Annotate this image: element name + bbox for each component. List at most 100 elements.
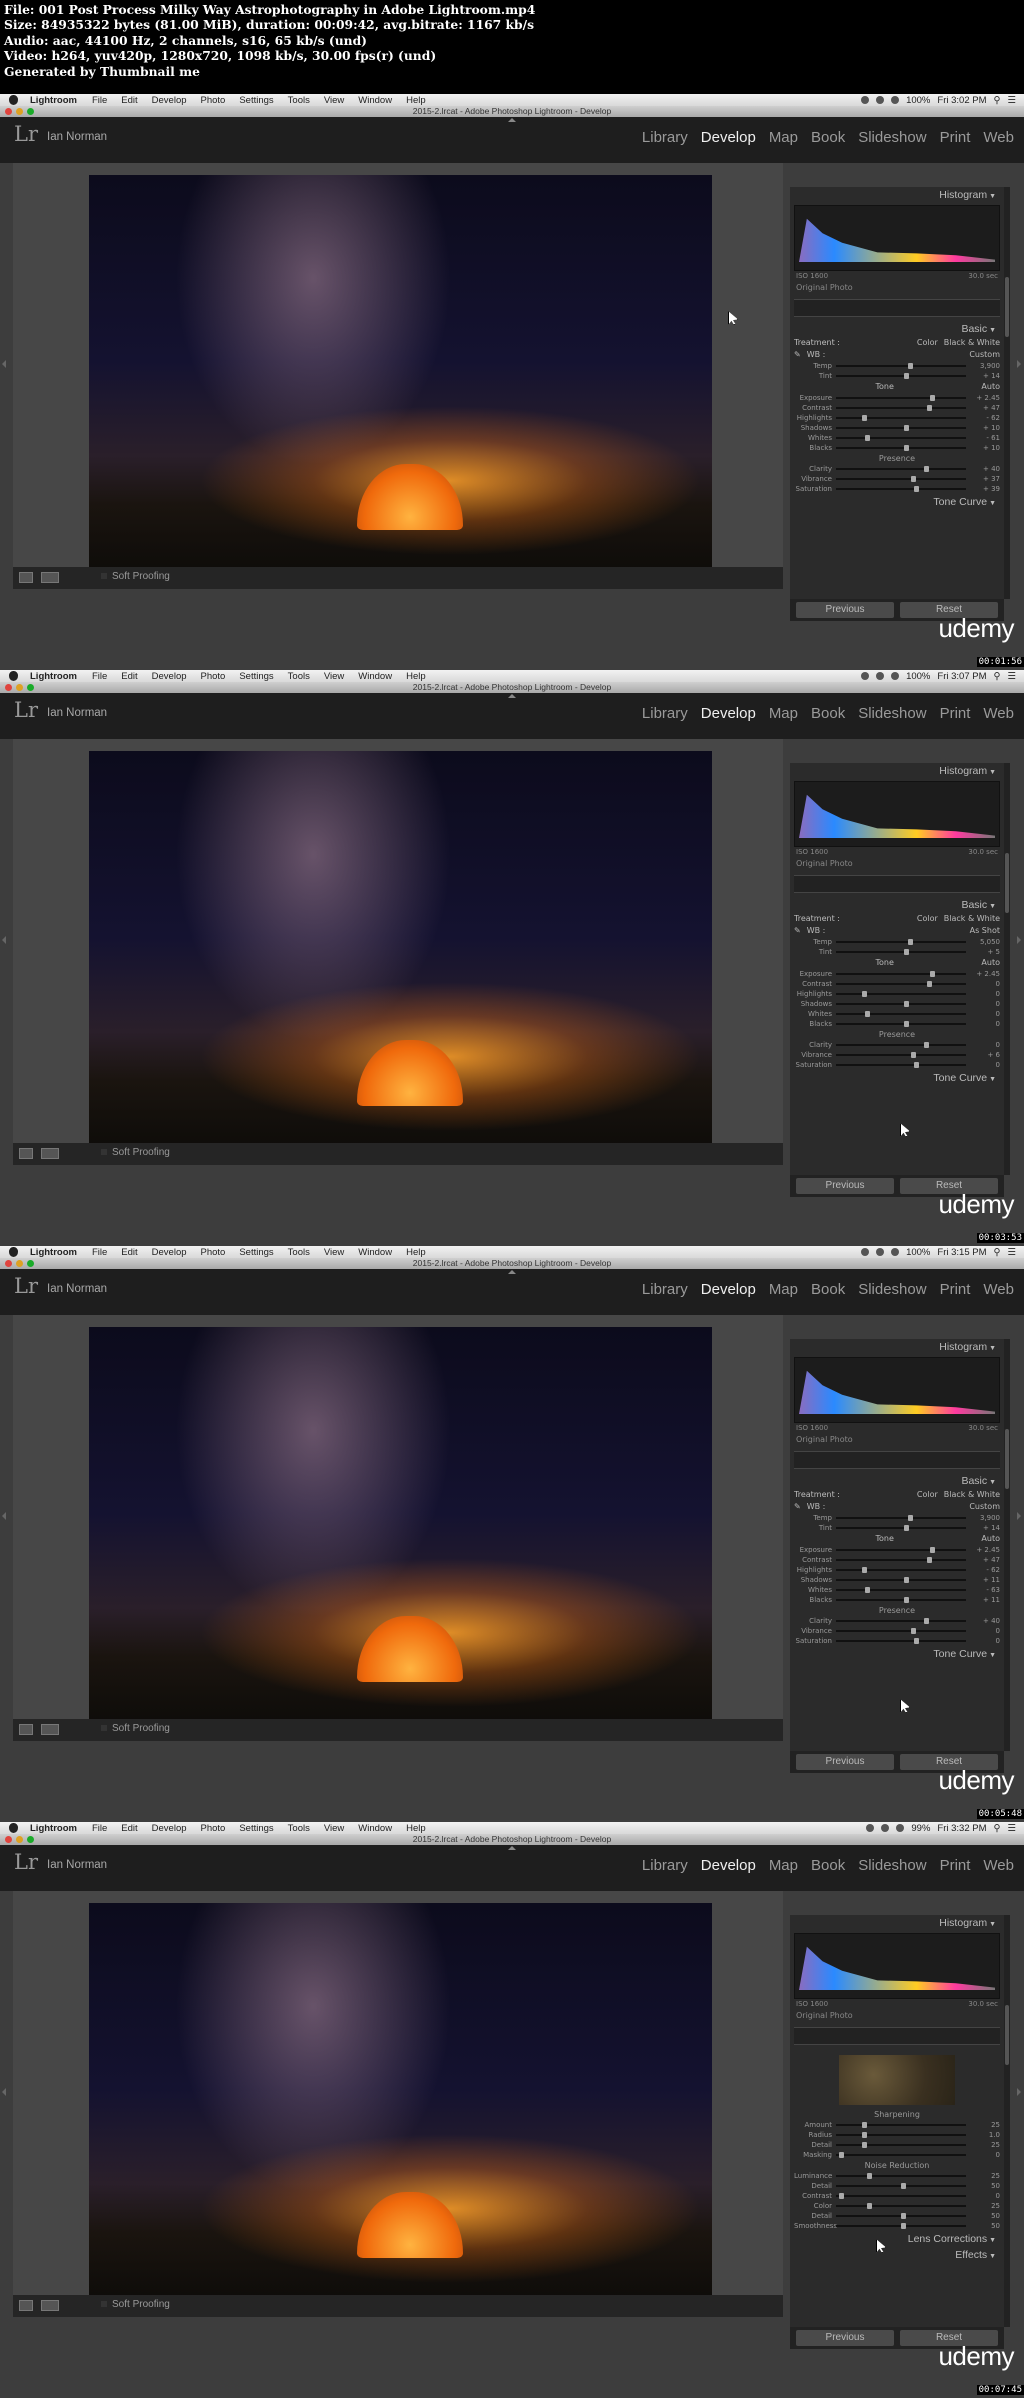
saturation-handle[interactable] (914, 486, 919, 492)
lum-detail-track[interactable] (836, 2183, 966, 2189)
module-print[interactable]: Print (940, 129, 971, 146)
tint-slider[interactable]: Tint + 14 (790, 1523, 1004, 1533)
menu-view[interactable]: View (324, 95, 344, 106)
tint-slider[interactable]: Tint + 14 (790, 371, 1004, 381)
sharp-detail-handle[interactable] (862, 2142, 867, 2148)
color-option[interactable]: Color (917, 913, 938, 925)
saturation-track[interactable] (836, 1062, 966, 1068)
minimize-button[interactable] (16, 1260, 23, 1267)
shadows-handle[interactable] (903, 1001, 909, 1007)
right-panel-toggle-icon[interactable] (1017, 2088, 1021, 2096)
minimize-button[interactable] (16, 684, 23, 691)
module-library[interactable]: Library (642, 705, 688, 722)
vibrance-track[interactable] (836, 476, 966, 482)
shadows-slider[interactable]: Shadows + 10 (790, 423, 1004, 433)
bell-icon[interactable] (876, 672, 885, 680)
highlights-handle[interactable] (862, 1567, 867, 1573)
menu-edit[interactable]: Edit (121, 671, 137, 682)
shadows-track[interactable] (836, 1577, 966, 1583)
temp-handle[interactable] (907, 1515, 913, 1521)
module-develop[interactable]: Develop (701, 705, 756, 722)
compare-view-icon[interactable] (41, 572, 59, 583)
module-library[interactable]: Library (642, 1281, 688, 1298)
amount-slider[interactable]: Amount 25 (790, 2120, 1004, 2130)
module-slideshow[interactable]: Slideshow (858, 129, 926, 146)
menu-photo[interactable]: Photo (201, 1247, 226, 1258)
blacks-track[interactable] (836, 1021, 966, 1027)
menu-settings[interactable]: Settings (239, 1247, 273, 1258)
wb-value[interactable]: Custom (969, 349, 1000, 361)
original-photo-checkbox[interactable]: Original Photo (790, 857, 1004, 871)
module-print[interactable]: Print (940, 705, 971, 722)
menu-window[interactable]: Window (358, 1823, 392, 1834)
menu-help[interactable]: Help (406, 95, 426, 106)
apple-icon[interactable] (9, 95, 18, 105)
blacks-track[interactable] (836, 1597, 966, 1603)
menu-edit[interactable]: Edit (121, 1823, 137, 1834)
exposure-track[interactable] (836, 971, 966, 977)
contrast-track[interactable] (836, 405, 966, 411)
module-book[interactable]: Book (811, 129, 845, 146)
wifi-icon[interactable] (891, 1248, 900, 1256)
temp-track[interactable] (836, 1515, 966, 1521)
bell-icon[interactable] (876, 96, 885, 104)
menu-app-name[interactable]: Lightroom (30, 95, 77, 106)
menu-settings[interactable]: Settings (239, 671, 273, 682)
highlights-slider[interactable]: Highlights - 62 (790, 413, 1004, 423)
amount-handle[interactable] (862, 2122, 867, 2128)
previous-button[interactable]: Previous (796, 1754, 894, 1770)
vibrance-handle[interactable] (911, 1052, 917, 1058)
close-button[interactable] (5, 108, 12, 115)
bw-option[interactable]: Black & White (944, 337, 1000, 349)
tint-handle[interactable] (903, 949, 909, 955)
lum-contrast-slider[interactable]: Contrast 0 (790, 2191, 1004, 2201)
panel-scrollbar[interactable] (1004, 763, 1010, 1175)
blacks-handle[interactable] (903, 1597, 909, 1603)
exposure-track[interactable] (836, 1547, 966, 1553)
basic-panel-header[interactable]: Basic (790, 897, 1004, 913)
menu-photo[interactable]: Photo (201, 671, 226, 682)
scroll-thumb[interactable] (1005, 277, 1009, 337)
close-button[interactable] (5, 684, 12, 691)
histogram-panel-header[interactable]: Histogram (790, 1915, 1004, 1931)
apple-icon[interactable] (9, 671, 18, 681)
auto-button[interactable]: Auto (981, 957, 1000, 969)
bell-icon[interactable] (876, 1248, 885, 1256)
saturation-slider[interactable]: Saturation + 39 (790, 484, 1004, 494)
contrast-slider[interactable]: Contrast + 47 (790, 1555, 1004, 1565)
search-icon[interactable]: ⚲ (994, 1823, 1001, 1834)
histogram-panel-header[interactable]: Histogram (790, 763, 1004, 779)
menu-app-name[interactable]: Lightroom (30, 1247, 77, 1258)
saturation-slider[interactable]: Saturation 0 (790, 1636, 1004, 1646)
wifi-icon[interactable] (896, 1824, 905, 1832)
clarity-track[interactable] (836, 1618, 966, 1624)
tint-track[interactable] (836, 373, 966, 379)
menu-photo[interactable]: Photo (201, 1823, 226, 1834)
histogram[interactable] (794, 781, 1000, 847)
panel-scrollbar[interactable] (1004, 1915, 1010, 2327)
vibrance-slider[interactable]: Vibrance + 37 (790, 474, 1004, 484)
highlights-track[interactable] (836, 1567, 966, 1573)
sharp-detail-track[interactable] (836, 2142, 966, 2148)
lum-detail-slider[interactable]: Detail 50 (790, 2181, 1004, 2191)
luminance-handle[interactable] (867, 2173, 873, 2179)
temp-track[interactable] (836, 363, 966, 369)
clarity-track[interactable] (836, 466, 966, 472)
menu-tools[interactable]: Tools (288, 671, 310, 682)
soft-proofing-checkbox[interactable]: Soft Proofing (101, 571, 170, 582)
luminance-track[interactable] (836, 2173, 966, 2179)
compare-view-icon[interactable] (41, 1148, 59, 1159)
amount-track[interactable] (836, 2122, 966, 2128)
clarity-track[interactable] (836, 1042, 966, 1048)
left-panel-toggle-icon[interactable] (2, 1512, 6, 1520)
whites-handle[interactable] (864, 1011, 870, 1017)
color-nr-handle[interactable] (867, 2203, 873, 2209)
masking-handle[interactable] (838, 2152, 844, 2158)
collapse-top-icon[interactable] (508, 118, 516, 122)
menu-file[interactable]: File (92, 95, 107, 106)
module-develop[interactable]: Develop (701, 129, 756, 146)
menu-file[interactable]: File (92, 671, 107, 682)
milky-way-photo[interactable] (89, 751, 712, 1164)
soft-proofing-checkbox[interactable]: Soft Proofing (101, 1723, 170, 1734)
dropbox-icon[interactable] (861, 96, 870, 104)
